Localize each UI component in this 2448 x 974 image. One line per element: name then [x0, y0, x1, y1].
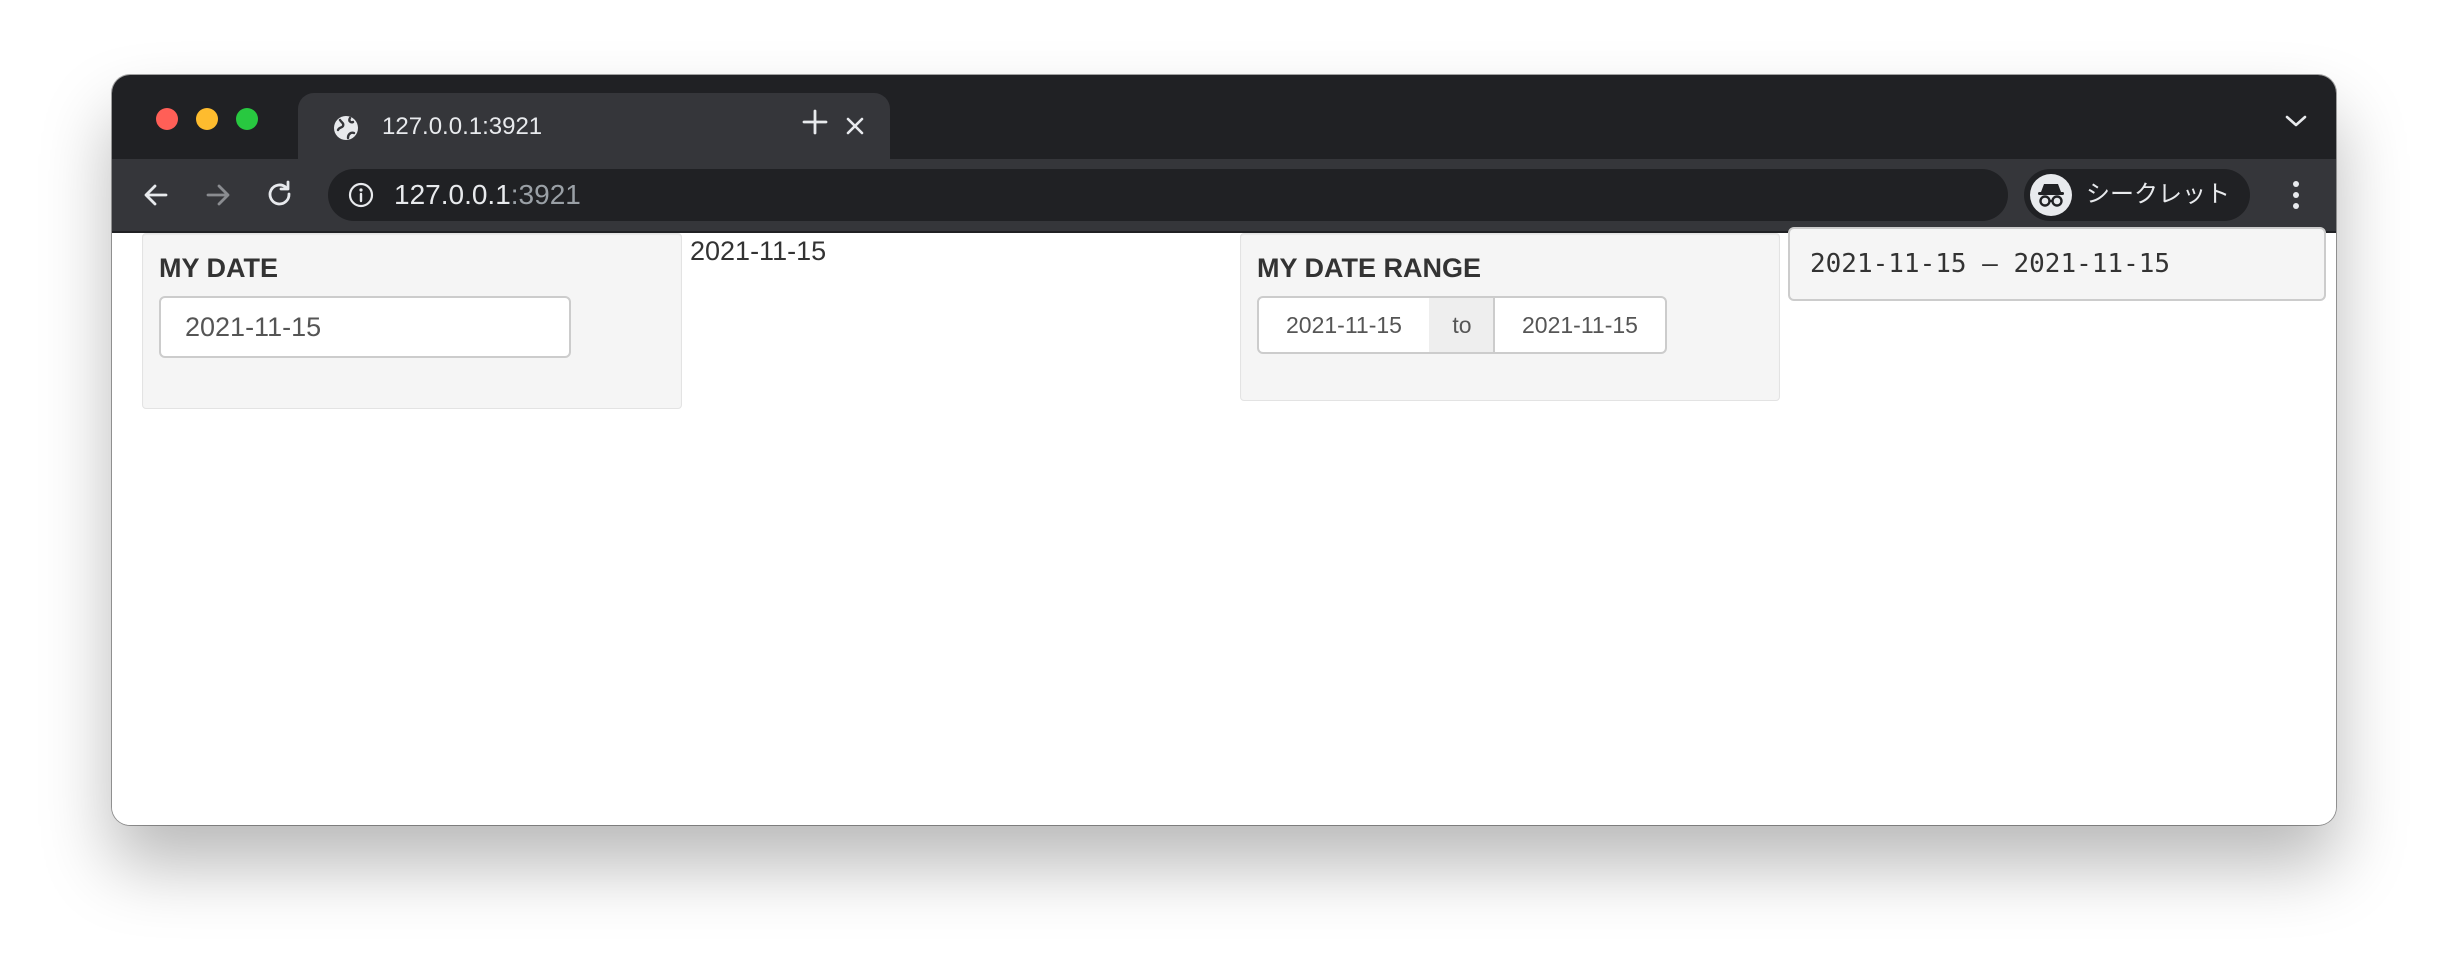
date-input-label: MY DATE [159, 253, 279, 283]
date-range-output: 2021-11-15 – 2021-11-15 [1788, 227, 2326, 301]
arrow-right-icon[interactable] [202, 179, 234, 211]
close-icon[interactable] [842, 113, 868, 139]
browser-toolbar: 127.0.0.1:3921 シークレット [112, 159, 2336, 233]
date-input-panel: MY DATE 2021-11-15 [142, 233, 682, 409]
reload-icon[interactable] [264, 179, 296, 211]
date-range-end-input[interactable]: 2021-11-15 [1493, 296, 1667, 354]
maximize-window-button[interactable] [236, 108, 258, 130]
tab-title: 127.0.0.1:3921 [382, 113, 543, 140]
arrow-left-icon[interactable] [140, 179, 172, 211]
browser-window: 127.0.0.1:3921 127.0.0.1:3921 シークレット MY … [112, 75, 2336, 825]
info-icon[interactable] [348, 182, 374, 208]
address-bar[interactable]: 127.0.0.1:3921 [328, 169, 2203, 221]
incognito-button[interactable]: シークレット [2024, 169, 2250, 221]
date-range-panel: MY DATE RANGE 2021-11-15 to 2021-11-15 [1240, 233, 1780, 401]
incognito-label: シークレット [2086, 181, 2230, 208]
minimize-window-button[interactable] [196, 108, 218, 130]
url-text: 127.0.0.1:3921 [394, 179, 581, 211]
page-content: MY DATE 2021-11-15 2021-11-15 MY DATE RA… [112, 227, 2336, 825]
date-text-output: 2021-11-15 [690, 236, 827, 266]
kebab-menu-icon[interactable] [2290, 179, 2302, 211]
url-host: 127.0.0.1 [394, 179, 511, 210]
date-range-separator: to [1429, 296, 1495, 354]
title-bar: 127.0.0.1:3921 [112, 75, 2336, 159]
close-window-button[interactable] [156, 108, 178, 130]
url-port: :3921 [510, 179, 581, 210]
date-range-start-input[interactable]: 2021-11-15 [1257, 296, 1431, 354]
incognito-icon [2030, 174, 2072, 216]
globe-icon [334, 116, 358, 140]
date-input[interactable]: 2021-11-15 [159, 296, 571, 358]
date-range-label: MY DATE RANGE [1257, 253, 1482, 283]
chevron-down-icon[interactable] [2284, 113, 2308, 129]
plus-icon[interactable] [800, 107, 830, 137]
